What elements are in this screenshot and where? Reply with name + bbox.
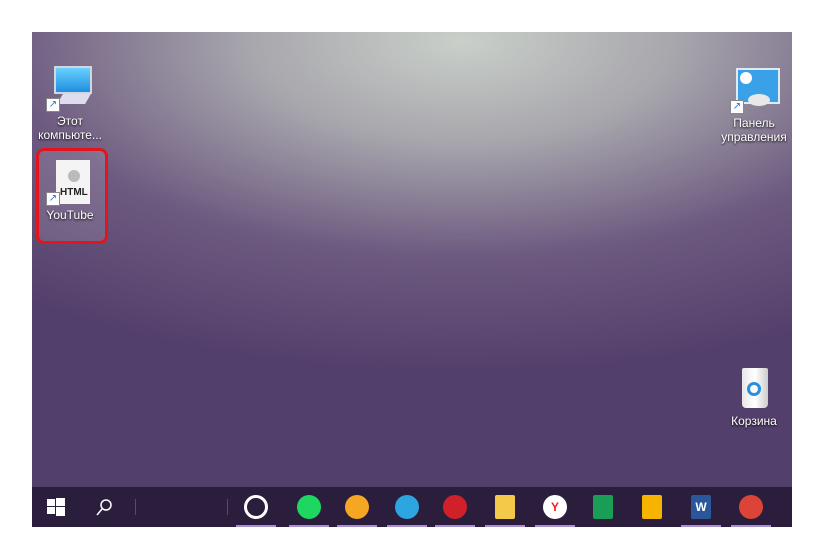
music-player-icon: [345, 495, 369, 519]
running-indicator: [289, 525, 329, 527]
google-keep-icon: [642, 495, 662, 519]
taskbar-app-google-keep[interactable]: [638, 493, 666, 521]
shortcut-arrow-icon: ↗: [46, 98, 60, 112]
desktop-icon-youtube[interactable]: HTML ↗ YouTube: [34, 158, 106, 222]
running-indicator: [681, 525, 721, 527]
recycle-bin-icon: [730, 364, 778, 412]
taskbar-app-google-chrome[interactable]: [737, 493, 765, 521]
telegram-icon: [395, 495, 419, 519]
shortcut-arrow-icon: ↗: [730, 100, 744, 114]
start-button[interactable]: [42, 493, 70, 521]
html-file-icon: HTML ↗: [46, 158, 94, 206]
google-sheets-icon: [593, 495, 613, 519]
taskbar-divider: [135, 499, 136, 515]
desktop-icon-control-panel[interactable]: ↗ Панель управления: [718, 66, 790, 144]
shortcut-arrow-icon: ↗: [46, 192, 60, 206]
desktop: ↗ Этот компьюте... HTML ↗ YouTube ↗ Пане…: [32, 32, 792, 527]
spotify-icon: [297, 495, 321, 519]
google-chrome-icon: [739, 495, 763, 519]
taskbar-app-red-app[interactable]: [441, 493, 469, 521]
running-indicator: [731, 525, 771, 527]
taskbar-app-microsoft-word[interactable]: W: [687, 493, 715, 521]
control-panel-icon: ↗: [730, 66, 780, 114]
icon-label: Корзина: [731, 414, 777, 428]
icon-label: Этот: [57, 114, 83, 128]
microsoft-word-icon: W: [691, 495, 711, 519]
taskbar-app-spotify[interactable]: [295, 493, 323, 521]
taskbar-app-yandex-browser[interactable]: Y: [541, 493, 569, 521]
file-explorer-icon: [495, 495, 515, 519]
taskbar: YW: [32, 487, 792, 527]
running-indicator: [337, 525, 377, 527]
icon-label: управления: [721, 130, 787, 144]
running-indicator: [535, 525, 575, 527]
taskbar-app-music-player[interactable]: [343, 493, 371, 521]
html-badge: HTML: [60, 187, 88, 198]
running-indicator: [485, 525, 525, 527]
running-indicator: [387, 525, 427, 527]
icon-label: компьюте...: [38, 128, 102, 142]
taskbar-app-file-explorer[interactable]: [491, 493, 519, 521]
search-button[interactable]: [90, 493, 118, 521]
windows-start-icon: [47, 498, 65, 516]
search-icon: [96, 499, 112, 516]
taskbar-app-telegram[interactable]: [393, 493, 421, 521]
taskbar-app-google-sheets[interactable]: [589, 493, 617, 521]
running-indicator: [435, 525, 475, 527]
opera-like-app-icon: [244, 495, 268, 519]
desktop-icon-this-pc[interactable]: ↗ Этот компьюте...: [34, 64, 106, 142]
taskbar-divider: [227, 499, 228, 515]
yandex-browser-icon: Y: [543, 495, 567, 519]
computer-icon: ↗: [46, 64, 94, 112]
running-indicator: [236, 525, 276, 527]
taskbar-app-opera-like-app[interactable]: [242, 493, 270, 521]
icon-label: Панель: [733, 116, 775, 130]
red-app-icon: [443, 495, 467, 519]
icon-label: YouTube: [46, 208, 94, 222]
desktop-icon-recycle-bin[interactable]: Корзина: [718, 364, 790, 428]
